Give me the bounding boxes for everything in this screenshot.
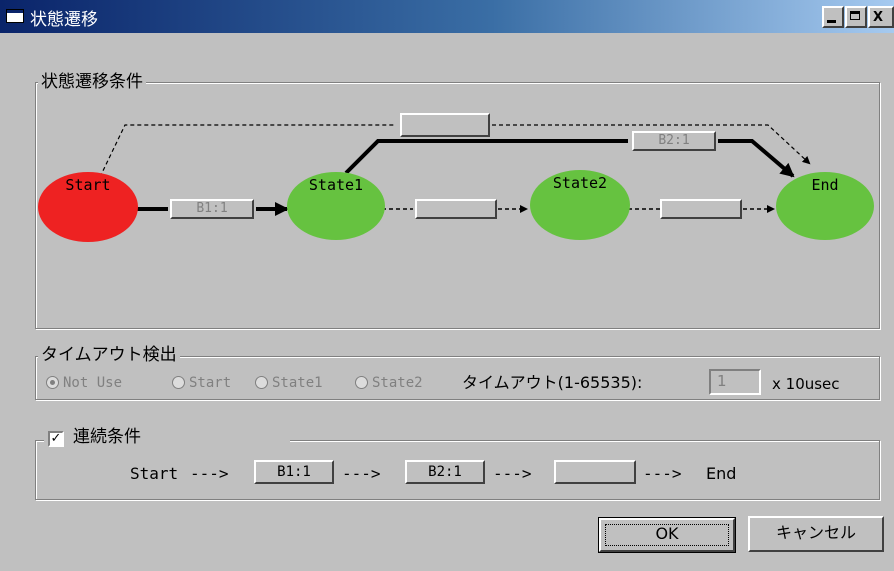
sequence-arrow-2: ---> [342, 464, 381, 483]
radio-start-dot [172, 376, 185, 389]
radio-state2-label: State2 [372, 375, 423, 391]
timeout-unit: x 10usec [772, 375, 840, 393]
state-state1[interactable]: State1 [287, 172, 385, 240]
condition-state1-state2[interactable] [415, 199, 497, 219]
condition-state2-end[interactable] [660, 199, 742, 219]
condition-start-state1[interactable]: B1:1 [170, 199, 254, 219]
radio-not-use[interactable]: Not Use [46, 372, 122, 394]
sequence-step-2-button[interactable]: B2:1 [405, 460, 485, 484]
timeout-input[interactable]: 1 [709, 369, 761, 395]
radio-state1[interactable]: State1 [255, 372, 323, 394]
sequence-end: End [706, 464, 737, 483]
sequence-arrow-3: ---> [493, 464, 532, 483]
radio-state2[interactable]: State2 [355, 372, 423, 394]
radio-start[interactable]: Start [172, 372, 231, 394]
cancel-button[interactable]: キャンセル [748, 516, 884, 552]
condition-state1-end[interactable]: B2:1 [632, 131, 716, 151]
state-end[interactable]: End [776, 172, 874, 240]
sequence-arrow-4: ---> [643, 464, 682, 483]
sequence-arrow-1: ---> [190, 464, 229, 483]
sequence-start: Start [130, 464, 179, 483]
timeout-group-label: タイムアウト検出 [38, 345, 180, 365]
sequence-step-1-button[interactable]: B1:1 [254, 460, 334, 484]
radio-not-use-dot [46, 376, 59, 389]
radio-state1-dot [255, 376, 268, 389]
state-start-label: Start [65, 176, 111, 194]
radio-state2-dot [355, 376, 368, 389]
radio-state1-label: State1 [272, 375, 323, 391]
radio-start-label: Start [189, 375, 232, 391]
state-state2[interactable]: State2 [530, 170, 630, 240]
sequence-checkbox[interactable]: ✓ [48, 431, 64, 447]
timeout-label: タイムアウト(1-65535): [462, 373, 643, 392]
state-state1-label: State1 [308, 176, 364, 194]
ok-focus-rect [605, 524, 729, 546]
sequence-step-3-button[interactable] [554, 460, 636, 484]
condition-start-end[interactable] [400, 113, 490, 137]
arrow-state1-to-end [344, 139, 628, 175]
radio-not-use-label: Not Use [63, 375, 123, 391]
sequence-group-label: 連続条件 [70, 427, 144, 447]
state-start[interactable]: Start [38, 172, 138, 242]
state-end-label: End [811, 176, 839, 194]
ok-button[interactable]: OK [598, 517, 736, 553]
arrow-state1-to-end-right [718, 139, 795, 178]
state-state2-label: State2 [552, 174, 608, 192]
